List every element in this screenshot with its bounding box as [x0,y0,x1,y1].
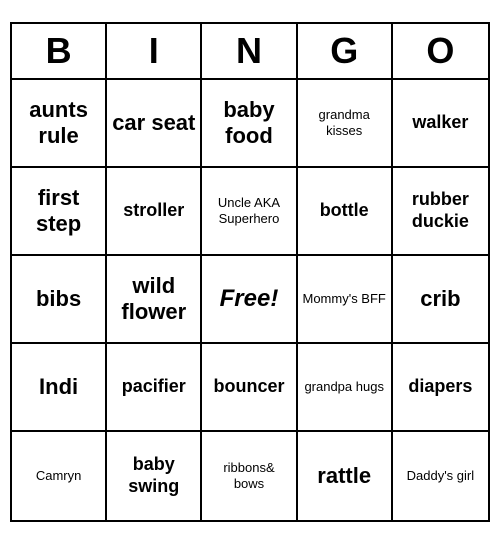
header-letter: B [12,24,107,78]
bingo-cell: first step [12,168,107,256]
bingo-cell: baby swing [107,432,202,520]
bingo-cell: aunts rule [12,80,107,168]
bingo-cell: Mommy's BFF [298,256,393,344]
bingo-cell: car seat [107,80,202,168]
bingo-cell: baby food [202,80,297,168]
cell-text: pacifier [122,376,186,398]
cell-text: grandma kisses [302,107,387,138]
bingo-grid: aunts rule car seat baby food grandma kisse… [12,80,488,520]
bingo-cell: bottle [298,168,393,256]
cell-text: grandpa hugs [304,379,384,395]
bingo-cell: Uncle AKA Superhero [202,168,297,256]
bingo-card: BINGO aunts rule car seat baby food grandma… [10,22,490,522]
cell-text: Indi [39,374,78,400]
cell-text: Mommy's BFF [303,291,386,307]
cell-text: car seat [112,110,195,136]
bingo-cell: ribbons& bows [202,432,297,520]
bingo-cell: diapers [393,344,488,432]
header-letter: G [298,24,393,78]
cell-text: rubber duckie [397,189,484,232]
bingo-cell: rubber duckie [393,168,488,256]
header-letter: I [107,24,202,78]
cell-text: wild flower [111,273,196,326]
bingo-cell: grandma kisses [298,80,393,168]
cell-text: baby food [206,97,291,150]
cell-text: Camryn [36,468,82,484]
cell-text: Free! [220,285,279,314]
bingo-cell: rattle [298,432,393,520]
bingo-header: BINGO [12,24,488,80]
cell-text: first step [16,185,101,238]
bingo-cell: Free! [202,256,297,344]
bingo-cell: Camryn [12,432,107,520]
bingo-cell: pacifier [107,344,202,432]
cell-text: aunts rule [16,97,101,150]
bingo-cell: wild flower [107,256,202,344]
cell-text: walker [412,112,468,134]
bingo-cell: crib [393,256,488,344]
cell-text: crib [420,286,460,312]
cell-text: bouncer [213,376,284,398]
cell-text: bottle [320,200,369,222]
bingo-cell: Daddy's girl [393,432,488,520]
cell-text: stroller [123,200,184,222]
bingo-cell: Indi [12,344,107,432]
bingo-cell: bouncer [202,344,297,432]
cell-text: baby swing [111,454,196,497]
cell-text: Daddy's girl [407,468,475,484]
bingo-cell: grandpa hugs [298,344,393,432]
cell-text: bibs [36,286,81,312]
cell-text: ribbons& bows [206,460,291,491]
cell-text: Uncle AKA Superhero [206,195,291,226]
cell-text: rattle [317,463,371,489]
bingo-cell: stroller [107,168,202,256]
cell-text: diapers [408,376,472,398]
bingo-cell: bibs [12,256,107,344]
bingo-cell: walker [393,80,488,168]
header-letter: N [202,24,297,78]
header-letter: O [393,24,488,78]
